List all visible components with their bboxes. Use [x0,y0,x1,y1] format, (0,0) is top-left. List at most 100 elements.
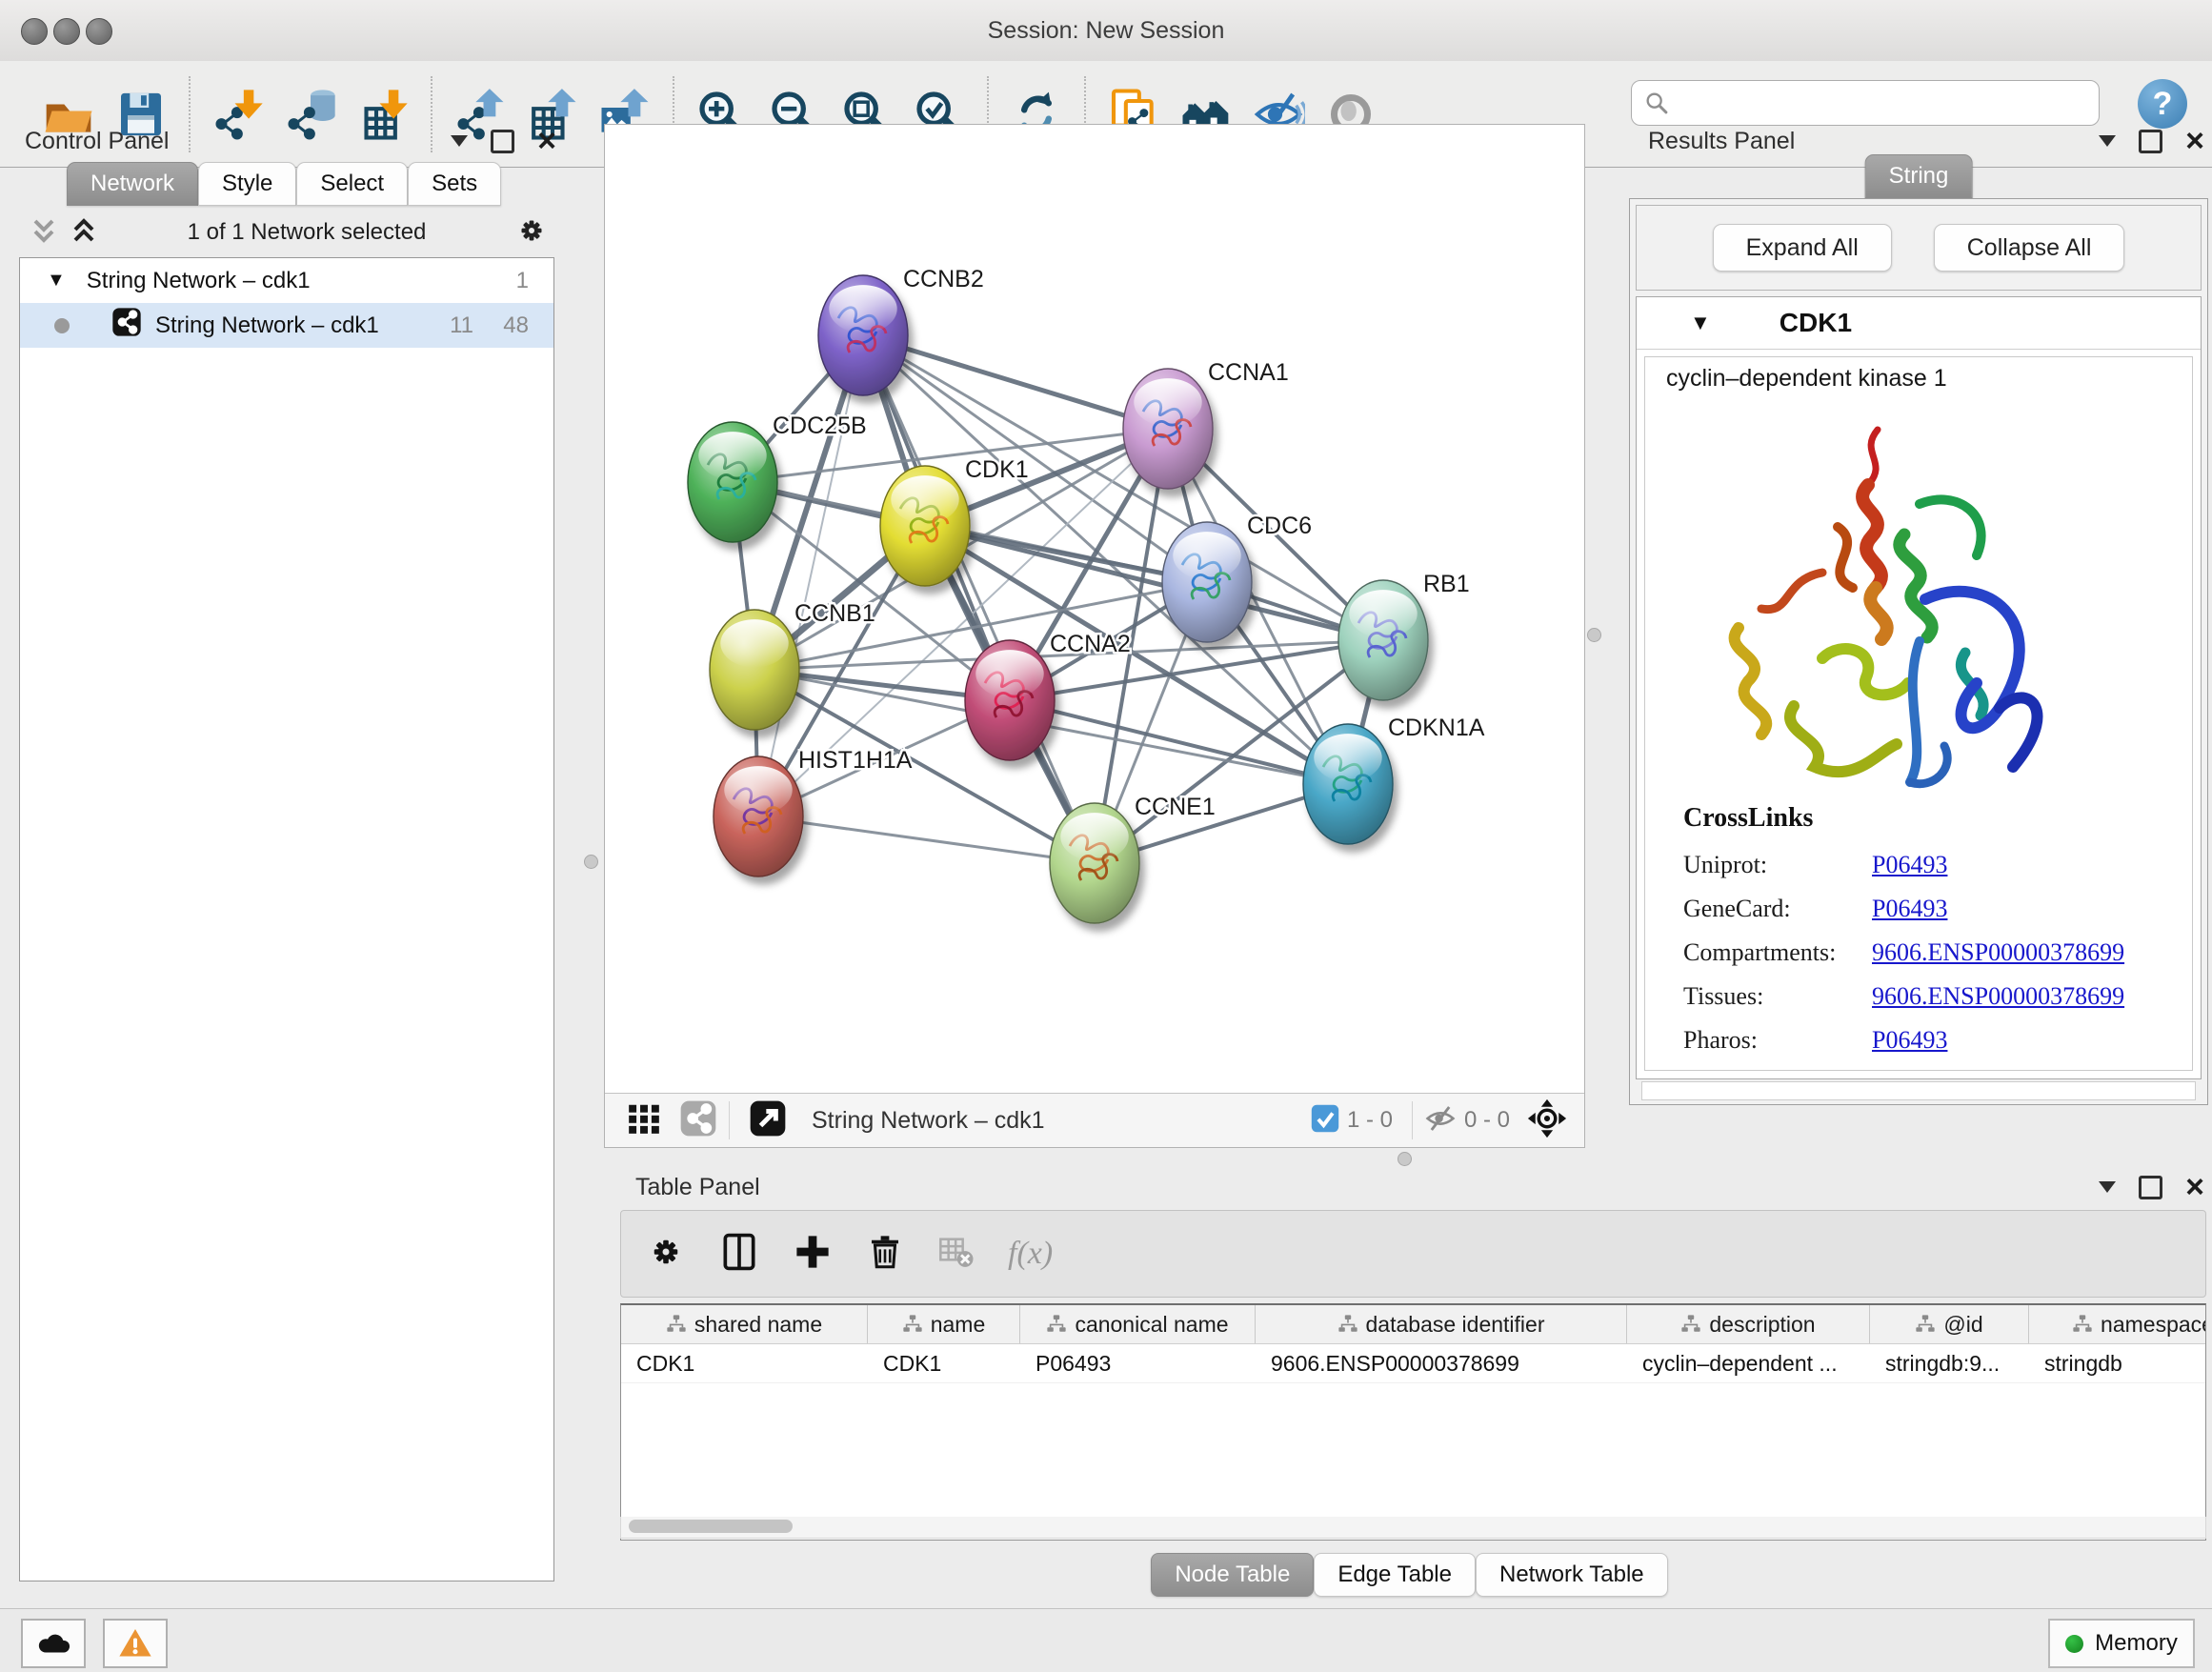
node-label-HIST1H1A: HIST1H1A [798,747,913,774]
node-CDKN1A[interactable] [1303,724,1393,844]
node-CDK1[interactable] [880,466,970,586]
edge-HIST1H1A-CCNE1[interactable] [758,816,1095,863]
column-header-canonical-name[interactable]: canonical name [1020,1305,1256,1343]
expand-all-icon[interactable] [69,215,99,251]
column-header-label: canonical name [1075,1312,1228,1338]
edge-CCNB2-CCNA1[interactable] [863,335,1168,429]
network-graph[interactable]: CCNB2CCNA1CDC25BCDK1CDC6RB1CCNB1CCNA2CDK… [605,125,1584,1095]
table-hscrollbar-thumb[interactable] [629,1520,793,1533]
column-header-name[interactable]: name [868,1305,1020,1343]
crosshair-icon[interactable] [1527,1098,1567,1143]
node-HIST1H1A[interactable] [714,756,803,876]
cell--id[interactable]: stringdb:9... [1870,1344,2029,1382]
network-row[interactable]: String Network – cdk1 11 48 [20,303,553,348]
node-label-CCNE1: CCNE1 [1135,794,1216,820]
help-button[interactable]: ? [2138,79,2187,129]
crosslink-row: GeneCard:P06493 [1683,887,2124,931]
tab-node-table[interactable]: Node Table [1151,1553,1314,1597]
column-header-database-identifier[interactable]: database identifier [1256,1305,1627,1343]
tab-select[interactable]: Select [296,162,408,206]
delete-column-trash-icon[interactable] [865,1232,905,1277]
node-CDC25B[interactable] [688,422,777,542]
crosslink-link[interactable]: 9606.ENSP00000378699 [1872,982,2124,1011]
node-CCNB1[interactable] [710,610,799,730]
edge-CCNB2-CCNE1[interactable] [863,335,1095,863]
tab-sets[interactable]: Sets [408,162,501,206]
node-label-CDC6: CDC6 [1247,513,1312,539]
results-panel-float-icon[interactable] [2139,130,2162,153]
cloud-button[interactable] [21,1619,86,1668]
cell-shared-name[interactable]: CDK1 [621,1344,868,1382]
cell-description[interactable]: cyclin–dependent ... [1627,1344,1870,1382]
collection-label: String Network – cdk1 [87,268,311,294]
table-panel-menu-icon[interactable] [2099,1181,2116,1193]
control-panel-close-icon[interactable]: × [537,131,556,151]
network-canvas[interactable]: CCNB2CCNA1CDC25BCDK1CDC6RB1CCNB1CCNA2CDK… [604,124,1585,1148]
edge-CCNB2-HIST1H1A[interactable] [758,335,863,816]
network-share-icon[interactable] [679,1099,717,1142]
add-column-icon[interactable] [793,1232,833,1277]
node-table[interactable]: shared namename canonical name database id… [620,1303,2206,1541]
expand-all-button[interactable]: Expand All [1713,224,1892,272]
results-panel-close-icon[interactable]: × [2185,131,2204,151]
cell-canonical-name[interactable]: P06493 [1020,1344,1256,1382]
results-panel-title: Results Panel [1648,128,1795,155]
control-panel-menu-icon[interactable] [451,135,468,147]
tab-edge-table[interactable]: Edge Table [1314,1553,1476,1597]
node-RB1[interactable] [1338,580,1428,700]
column-header-shared-name[interactable]: shared name [621,1305,868,1343]
control-panel-float-icon[interactable] [491,130,514,153]
selected-checkbox-icon[interactable] [1311,1104,1339,1138]
network-edge-count: 48 [503,312,529,339]
gene-header-row[interactable]: ▼ CDK1 [1637,297,2201,350]
table-panel-float-icon[interactable] [2139,1176,2162,1199]
column-header--id[interactable]: @id [1870,1305,2029,1343]
show-columns-icon[interactable] [718,1231,760,1278]
crosslink-row: Compartments:9606.ENSP00000378699 [1683,931,2124,975]
results-panel-menu-icon[interactable] [2099,135,2116,147]
table-hscrollbar-track[interactable] [620,1517,2206,1539]
crosslink-link[interactable]: 9606.ENSP00000378699 [1872,938,2124,967]
memory-button[interactable]: Memory [2048,1619,2195,1668]
search-input[interactable] [1631,80,2100,126]
node-CCNA2[interactable] [965,640,1055,760]
table-data-row[interactable]: CDK1CDK1P064939606.ENSP00000378699cyclin… [621,1344,2205,1383]
crosslink-link[interactable]: P06493 [1872,895,1947,923]
table-settings-gear-icon[interactable] [646,1232,686,1277]
node-CCNB2[interactable] [818,275,908,395]
open-in-new-window-icon[interactable] [749,1099,787,1142]
crosslink-link[interactable]: P06493 [1872,1026,1947,1055]
column-header-description[interactable]: description [1627,1305,1870,1343]
left-splitter-handle[interactable] [584,855,598,869]
collapse-all-button[interactable]: Collapse All [1934,224,2125,272]
crosslink-label: GeneCard: [1683,895,1872,923]
column-header-namespace[interactable]: namespace [2029,1305,2206,1343]
delete-table-icon [937,1233,975,1276]
hidden-eye-slash-icon[interactable] [1424,1102,1457,1139]
cell-database-identifier[interactable]: 9606.ENSP00000378699 [1256,1344,1627,1382]
node-label-CCNB1: CCNB1 [794,600,875,627]
cell-namespace[interactable]: stringdb [2029,1344,2206,1382]
network-collection-row[interactable]: ▼ String Network – cdk1 1 [20,258,553,303]
cell-name[interactable]: CDK1 [868,1344,1020,1382]
table-panel-close-icon[interactable]: × [2185,1178,2204,1197]
network-options-gear-icon[interactable] [514,213,549,252]
crosslink-link[interactable]: P06493 [1872,851,1947,879]
tab-network-table[interactable]: Network Table [1476,1553,1668,1597]
warnings-button[interactable] [103,1619,168,1668]
gene-collapse-icon[interactable]: ▼ [1690,311,1711,335]
node-label-RB1: RB1 [1423,571,1470,597]
birds-eye-view-icon[interactable] [626,1100,662,1141]
results-scrollbar-track[interactable] [1641,1081,2196,1100]
node-CCNA1[interactable] [1123,369,1213,489]
node-CCNE1[interactable] [1050,803,1139,923]
network-selection-bar: 1 of 1 Network selected [11,212,564,253]
tab-network[interactable]: Network [67,162,198,206]
collection-expand-icon[interactable]: ▼ [47,270,66,292]
tab-string[interactable]: String [1865,154,1973,198]
bottom-splitter-handle[interactable] [1398,1152,1412,1166]
right-splitter-handle[interactable] [1587,628,1601,642]
node-CDC6[interactable] [1162,522,1252,642]
collapse-all-icon[interactable] [29,215,59,251]
tab-style[interactable]: Style [198,162,296,206]
